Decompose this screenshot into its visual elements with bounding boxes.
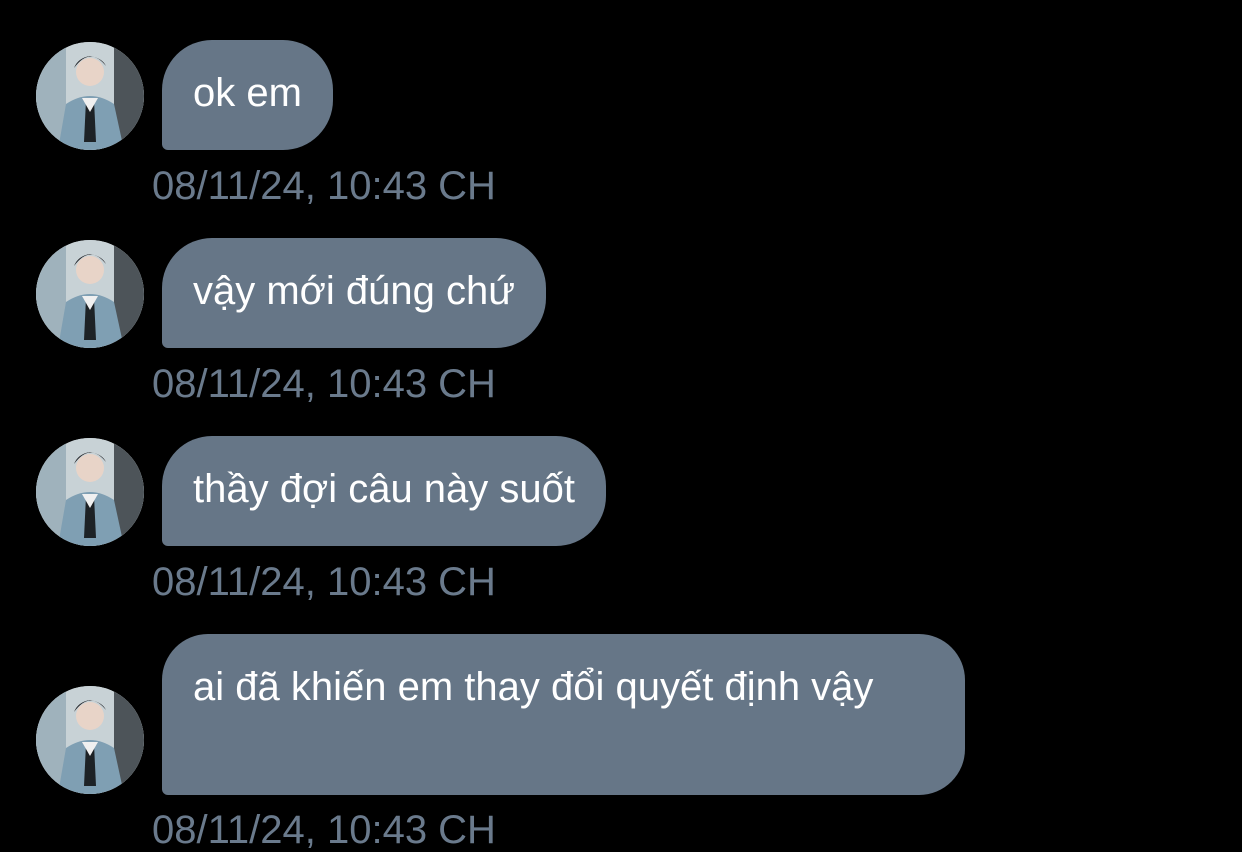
message-text: ai đã khiến em thay đổi quyết định vậy <box>193 665 874 709</box>
avatar[interactable] <box>36 686 144 794</box>
message-timestamp: 08/11/24, 10:43 CH <box>152 164 496 208</box>
avatar[interactable] <box>36 240 144 348</box>
message-text: ok em <box>193 71 302 115</box>
message-timestamp: 08/11/24, 10:43 CH <box>152 808 496 852</box>
avatar[interactable] <box>36 438 144 546</box>
message-bubble[interactable]: ok em <box>162 40 333 150</box>
message-timestamp: 08/11/24, 10:43 CH <box>152 362 496 406</box>
avatar-photo-icon <box>36 42 144 150</box>
avatar-photo-icon <box>36 240 144 348</box>
message-bubble[interactable]: thầy đợi câu này suốt <box>162 436 607 546</box>
avatar-photo-icon <box>36 686 144 794</box>
avatar[interactable] <box>36 42 144 150</box>
message-text: thầy đợi câu này suốt <box>193 467 576 511</box>
message-text: vậy mới đúng chứ <box>193 269 516 313</box>
message-thread: ok em 08/11/24, 10:43 CH vậy mới đúng ch… <box>0 0 1242 852</box>
message-bubble[interactable]: ai đã khiến em thay đổi quyết định vậy <box>162 634 965 795</box>
message-timestamp: 08/11/24, 10:43 CH <box>152 560 496 604</box>
message-bubble[interactable]: vậy mới đúng chứ <box>162 238 547 348</box>
avatar-photo-icon <box>36 438 144 546</box>
